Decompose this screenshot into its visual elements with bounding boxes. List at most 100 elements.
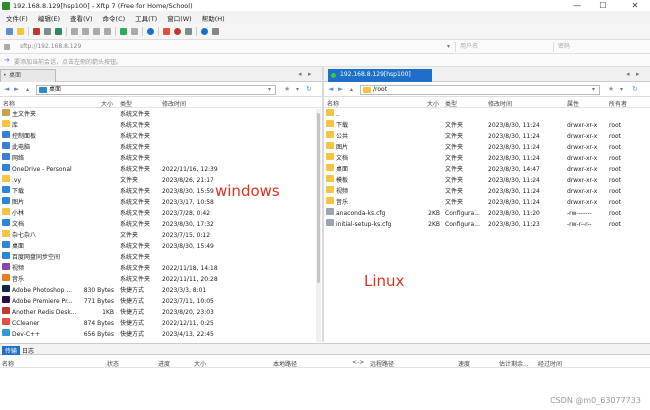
menu-view[interactable]: 查看(V): [70, 13, 93, 23]
filter-icon[interactable]: ★: [608, 85, 614, 93]
column-attributes[interactable]: 属性: [567, 99, 579, 108]
tab-prev-icon[interactable]: ◂: [626, 70, 630, 78]
menu-window[interactable]: 窗口(W): [167, 13, 192, 23]
file-row[interactable]: 文档 系统文件夹 2023/8/30, 17:32: [0, 219, 322, 230]
transfer-col-local-path[interactable]: 本地路径: [273, 359, 297, 368]
file-row[interactable]: Adobe Photoshop ... 830 Bytes 快捷方式 2023/3/3…: [0, 285, 322, 296]
maximize-button[interactable]: ☐: [594, 0, 612, 11]
left-scrollbar[interactable]: [316, 109, 321, 342]
tab-transfers[interactable]: 传输: [2, 346, 21, 355]
tab-next-icon[interactable]: ▸: [308, 70, 312, 78]
file-row[interactable]: 小林 系统文件夹 2023/7/28, 0:42: [0, 208, 322, 219]
file-row[interactable]: 此电脑 系统文件夹: [0, 142, 322, 153]
column-name[interactable]: 名称: [327, 99, 339, 108]
up-folder-icon[interactable]: ▴: [26, 86, 29, 93]
file-row[interactable]: 控制面板 系统文件夹: [0, 131, 322, 142]
stop-icon[interactable]: [174, 28, 181, 35]
menu-file[interactable]: 文件(F): [6, 13, 28, 23]
path-dropdown-icon[interactable]: ▾: [268, 86, 271, 93]
transfer-col-status[interactable]: 状态: [107, 359, 119, 368]
column-modified[interactable]: 修改时间: [162, 99, 186, 108]
file-row[interactable]: 模板 文件夹 2023/8/30, 11:24 drwxr-xr-x root: [324, 175, 650, 186]
file-row[interactable]: 音乐 文件夹 2023/8/30, 11:24 drwxr-xr-x root: [324, 197, 650, 208]
filter-icon[interactable]: ★: [284, 85, 290, 93]
open-folder-icon[interactable]: [17, 28, 24, 35]
right-path-input[interactable]: /root: [360, 85, 600, 95]
tab-next-icon[interactable]: ▸: [636, 70, 640, 78]
tab-desktop[interactable]: • 桌面: [0, 69, 56, 82]
file-row[interactable]: Another Redis Desk... 1KB 快捷方式 2023/8/20, 2…: [0, 307, 322, 318]
file-row[interactable]: 图片 文件夹 2023/8/30, 11:24 drwxr-xr-x root: [324, 142, 650, 153]
paste-icon[interactable]: [93, 28, 100, 35]
delete-icon[interactable]: [104, 28, 111, 35]
transfer-col-progress[interactable]: 进度: [158, 359, 170, 368]
file-row[interactable]: 文档 文件夹 2023/8/30, 11:24 drwxr-xr-x root: [324, 153, 650, 164]
transfer-col-elapsed[interactable]: 经过时间: [538, 359, 562, 368]
filter-dropdown-icon[interactable]: ▾: [296, 86, 299, 93]
transfer-col-size[interactable]: 大小: [194, 359, 206, 368]
file-row[interactable]: OneDrive - Personal 系统文件夹 2022/11/16, 12:3…: [0, 164, 322, 175]
properties-icon[interactable]: [131, 28, 138, 35]
refresh-icon[interactable]: ↻: [306, 85, 312, 93]
file-row[interactable]: 公共 文件夹 2023/8/30, 11:24 drwxr-xr-x root: [324, 131, 650, 142]
refresh-icon[interactable]: [71, 28, 78, 35]
column-size[interactable]: 大小: [427, 99, 439, 108]
file-row[interactable]: initial-setup-ks.cfg 2KB Configura... 2023/…: [324, 219, 650, 230]
column-size[interactable]: 大小: [101, 99, 113, 108]
forward-icon[interactable]: ►: [14, 85, 19, 93]
add-session-arrow-icon[interactable]: ➔: [4, 56, 10, 64]
file-row[interactable]: CCleaner 874 Bytes 快捷方式 2022/12/11, 0:25: [0, 318, 322, 329]
back-icon[interactable]: ◄: [4, 85, 9, 93]
transfer-col-eta[interactable]: 估计剩余...: [499, 359, 529, 368]
back-icon[interactable]: ◄: [328, 85, 333, 93]
copy-icon[interactable]: [82, 28, 89, 35]
username-input[interactable]: 用户名: [455, 42, 541, 52]
column-type[interactable]: 类型: [445, 99, 457, 108]
transfer-col-direction[interactable]: <->: [352, 359, 364, 366]
file-row[interactable]: 主文件夹 系统文件夹: [0, 109, 322, 120]
disconnect-icon[interactable]: [33, 28, 40, 35]
file-row[interactable]: Adobe Premiere Pr... 771 Bytes 快捷方式 2023/7/…: [0, 296, 322, 307]
path-dropdown-icon[interactable]: ▾: [592, 86, 595, 93]
column-modified[interactable]: 修改时间: [488, 99, 512, 108]
minimize-button[interactable]: —: [568, 0, 586, 11]
transfer-col-remote-path[interactable]: 远程路径: [370, 359, 394, 368]
file-row[interactable]: 库 系统文件夹: [0, 120, 322, 131]
menu-command[interactable]: 命令(C): [103, 13, 126, 23]
forward-icon[interactable]: ►: [338, 85, 343, 93]
file-row[interactable]: 下载 文件夹 2023/8/30, 11:24 drwxr-xr-x root: [324, 120, 650, 131]
file-row[interactable]: ..: [324, 109, 650, 120]
menu-edit[interactable]: 编辑(E): [38, 13, 60, 23]
xftp-icon[interactable]: [55, 28, 62, 35]
new-session-icon[interactable]: [6, 28, 13, 35]
file-row[interactable]: 视频 文件夹 2023/8/30, 11:24 drwxr-xr-x root: [324, 186, 650, 197]
globe-icon[interactable]: [147, 28, 154, 35]
options-icon[interactable]: [185, 28, 192, 35]
tab-log[interactable]: 日志: [22, 346, 34, 355]
column-owner[interactable]: 所有者: [609, 99, 627, 108]
transfer-col-speed[interactable]: 速度: [458, 359, 470, 368]
left-scrollbar-thumb[interactable]: [317, 113, 320, 283]
up-folder-icon[interactable]: ▴: [350, 86, 353, 93]
help-icon[interactable]: [201, 28, 208, 35]
file-row[interactable]: 音乐 系统文件夹 2022/11/11, 20:28: [0, 274, 322, 285]
reconnect-icon[interactable]: [44, 28, 51, 35]
xshell-icon[interactable]: [163, 28, 170, 35]
close-button[interactable]: ✕: [626, 0, 644, 11]
file-row[interactable]: 桌面 文件夹 2023/8/30, 14:47 drwxr-xr-x root: [324, 164, 650, 175]
file-row[interactable]: Dev-C++ 656 Bytes 快捷方式 2023/4/13, 22:45: [0, 329, 322, 340]
session-icon[interactable]: [4, 44, 10, 50]
file-row[interactable]: anaconda-ks.cfg 2KB Configura... 2023/8/30,…: [324, 208, 650, 219]
filter-dropdown-icon[interactable]: ▾: [620, 86, 623, 93]
file-row[interactable]: 网络 系统文件夹: [0, 153, 322, 164]
refresh-icon[interactable]: ↻: [632, 85, 638, 93]
file-row[interactable]: 杂七杂八 文件夹 2023/7/15, 0:12: [0, 230, 322, 241]
tab-remote-session[interactable]: 192.168.8.129[hsp100]: [328, 69, 432, 82]
column-name[interactable]: 名称: [3, 99, 15, 108]
menu-tools[interactable]: 工具(T): [135, 13, 157, 23]
transfer-col-name[interactable]: 名称: [2, 359, 14, 368]
tab-prev-icon[interactable]: ◂: [298, 70, 302, 78]
menu-help[interactable]: 帮助(H): [202, 13, 225, 23]
transfer-icon[interactable]: [120, 28, 127, 35]
file-row[interactable]: 桌面 系统文件夹 2023/8/30, 15:49: [0, 241, 322, 252]
